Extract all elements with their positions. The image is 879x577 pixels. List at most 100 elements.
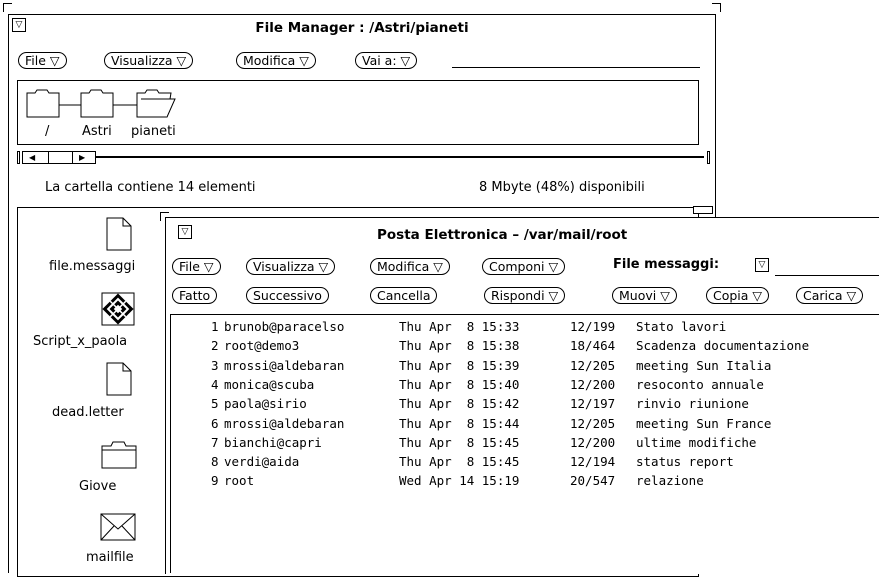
path-folders-icon[interactable] xyxy=(25,85,185,119)
fm-menu-modifica[interactable]: Modifica ▽ xyxy=(236,52,316,69)
horizontal-scrollbar[interactable]: ◀ ▶ xyxy=(17,151,711,164)
message-date: Thu Apr 8 15:40 xyxy=(399,376,520,392)
message-row[interactable]: 9 root Wed Apr 14 15:19 20/547 relazione xyxy=(171,473,879,492)
cancella-button[interactable]: Cancella xyxy=(370,287,438,304)
message-date: Thu Apr 8 15:39 xyxy=(399,357,520,373)
message-subject: status report xyxy=(636,454,734,470)
message-date: Thu Apr 8 15:42 xyxy=(399,396,520,412)
window-menu-button[interactable]: ▽ xyxy=(178,225,192,239)
mail-menu-visualizza[interactable]: Visualizza ▽ xyxy=(246,258,336,275)
message-row[interactable]: 8 verdi@aida Thu Apr 8 15:45 12/194 status r… xyxy=(171,454,879,473)
message-n: 4 xyxy=(211,376,219,392)
fm-title: File Manager : /Astri/pianeti xyxy=(255,20,469,36)
message-row[interactable]: 4 monica@scuba Thu Apr 8 15:40 12/200 resoco… xyxy=(171,377,879,396)
message-date: Thu Apr 8 15:45 xyxy=(399,454,520,470)
file-messaggi-menu-icon[interactable]: ▽ xyxy=(755,258,769,272)
message-subject: ultime modifiche xyxy=(636,434,757,450)
script-icon[interactable] xyxy=(101,292,135,326)
fatto-button[interactable]: Fatto xyxy=(172,287,218,304)
window-corner xyxy=(3,3,12,12)
message-size: 12/197 xyxy=(570,396,616,412)
message-list-pane: 1 brunob@paracelso Thu Apr 8 15:33 12/199 St… xyxy=(170,314,879,573)
message-subject: resoconto annuale xyxy=(636,376,764,392)
message-row[interactable]: 2 root@demo3 Thu Apr 8 15:38 18/464 Scadenza… xyxy=(171,338,879,357)
file-messaggi-field[interactable] xyxy=(775,275,879,276)
document-icon[interactable] xyxy=(106,217,132,251)
mail-menu-file[interactable]: File ▽ xyxy=(172,258,221,275)
copia-button[interactable]: Copia ▽ xyxy=(706,287,770,304)
message-from: mrossi@aldebaran xyxy=(224,357,345,373)
path-pianeti[interactable]: pianeti xyxy=(131,124,176,139)
window-corner xyxy=(712,3,721,12)
message-from: mrossi@aldebaran xyxy=(224,415,345,431)
mail-title: Posta Elettronica – /var/mail/root xyxy=(377,227,628,243)
message-n: 2 xyxy=(211,338,219,354)
path-root[interactable]: / xyxy=(45,124,49,139)
document-icon[interactable] xyxy=(106,362,132,396)
message-row[interactable]: 5 paola@sirio Thu Apr 8 15:42 12/197 rinvio … xyxy=(171,396,879,415)
message-subject: relazione xyxy=(636,473,704,489)
message-size: 12/205 xyxy=(570,415,616,431)
fm-status-count: La cartella contiene 14 elementi xyxy=(45,180,256,195)
message-date: Thu Apr 8 15:45 xyxy=(399,434,520,450)
scroll-right-icon[interactable]: ▶ xyxy=(79,152,85,163)
message-size: 12/199 xyxy=(570,319,616,334)
message-row[interactable]: 6 mrossi@aldebaran Thu Apr 8 15:44 12/205 me… xyxy=(171,416,879,435)
message-subject: Scadenza documentazione xyxy=(636,338,810,354)
rispondi-button[interactable]: Rispondi ▽ xyxy=(484,287,566,304)
scroll-left-icon[interactable]: ◀ xyxy=(29,152,35,163)
message-n: 5 xyxy=(211,396,219,412)
path-astri[interactable]: Astri xyxy=(82,124,112,139)
successivo-button[interactable]: Successivo xyxy=(246,287,329,304)
message-size: 12/200 xyxy=(570,376,616,392)
file-label[interactable]: mailfile xyxy=(86,550,134,565)
mail-menu-modifica[interactable]: Modifica ▽ xyxy=(370,258,450,275)
muovi-button[interactable]: Muovi ▽ xyxy=(612,287,677,304)
message-n: 3 xyxy=(211,357,219,373)
window-corner xyxy=(160,212,169,221)
message-n: 9 xyxy=(211,473,219,489)
message-size: 12/205 xyxy=(570,357,616,373)
fm-menu-file[interactable]: File ▽ xyxy=(18,52,67,69)
message-from: bianchi@capri xyxy=(224,434,322,450)
fm-status-space: 8 Mbyte (48%) disponibili xyxy=(479,180,645,195)
message-row[interactable]: 3 mrossi@aldebaran Thu Apr 8 15:39 12/205 me… xyxy=(171,358,879,377)
carica-button[interactable]: Carica ▽ xyxy=(796,287,864,304)
file-label[interactable]: dead.letter xyxy=(52,405,124,420)
pane-resize-handle[interactable] xyxy=(693,206,713,214)
fm-menu-visualizza[interactable]: Visualizza ▽ xyxy=(104,52,194,69)
message-from: verdi@aida xyxy=(224,454,300,470)
message-date: Thu Apr 8 15:44 xyxy=(399,415,520,431)
mail-envelope-icon[interactable] xyxy=(100,513,136,541)
message-row[interactable]: 7 bianchi@capri Thu Apr 8 15:45 12/200 ultim… xyxy=(171,435,879,454)
fm-menu-vai-a[interactable]: Vai a: ▽ xyxy=(355,52,418,69)
folder-icon[interactable] xyxy=(101,440,137,470)
message-date: Wed Apr 14 15:19 xyxy=(399,473,520,489)
message-n: 8 xyxy=(211,454,219,470)
message-subject: meeting Sun Italia xyxy=(636,357,772,373)
file-messaggi-label: File messaggi: xyxy=(613,257,720,272)
message-subject: rinvio riunione xyxy=(636,396,749,412)
goto-path-field[interactable] xyxy=(452,67,700,68)
message-subject: meeting Sun France xyxy=(636,415,772,431)
message-from: monica@scuba xyxy=(224,376,315,392)
message-n: 6 xyxy=(211,415,219,431)
message-from: root xyxy=(224,473,255,489)
file-label[interactable]: file.messaggi xyxy=(49,259,135,274)
message-subject: Stato lavori xyxy=(636,319,727,334)
message-size: 18/464 xyxy=(570,338,616,354)
message-from: brunob@paracelso xyxy=(224,319,345,334)
message-date: Thu Apr 8 15:38 xyxy=(399,338,520,354)
message-size: 12/194 xyxy=(570,454,616,470)
mail-menu-componi[interactable]: Componi ▽ xyxy=(482,258,566,275)
message-size: 20/547 xyxy=(570,473,616,489)
message-from: root@demo3 xyxy=(224,338,300,354)
file-label[interactable]: Giove xyxy=(79,479,116,494)
message-from: paola@sirio xyxy=(224,396,307,412)
message-date: Thu Apr 8 15:33 xyxy=(399,319,520,334)
message-size: 12/200 xyxy=(570,434,616,450)
message-row[interactable]: 1 brunob@paracelso Thu Apr 8 15:33 12/199 St… xyxy=(171,319,879,338)
message-n: 7 xyxy=(211,434,219,450)
message-n: 1 xyxy=(211,319,219,334)
file-label[interactable]: Script_x_paola xyxy=(33,334,127,349)
